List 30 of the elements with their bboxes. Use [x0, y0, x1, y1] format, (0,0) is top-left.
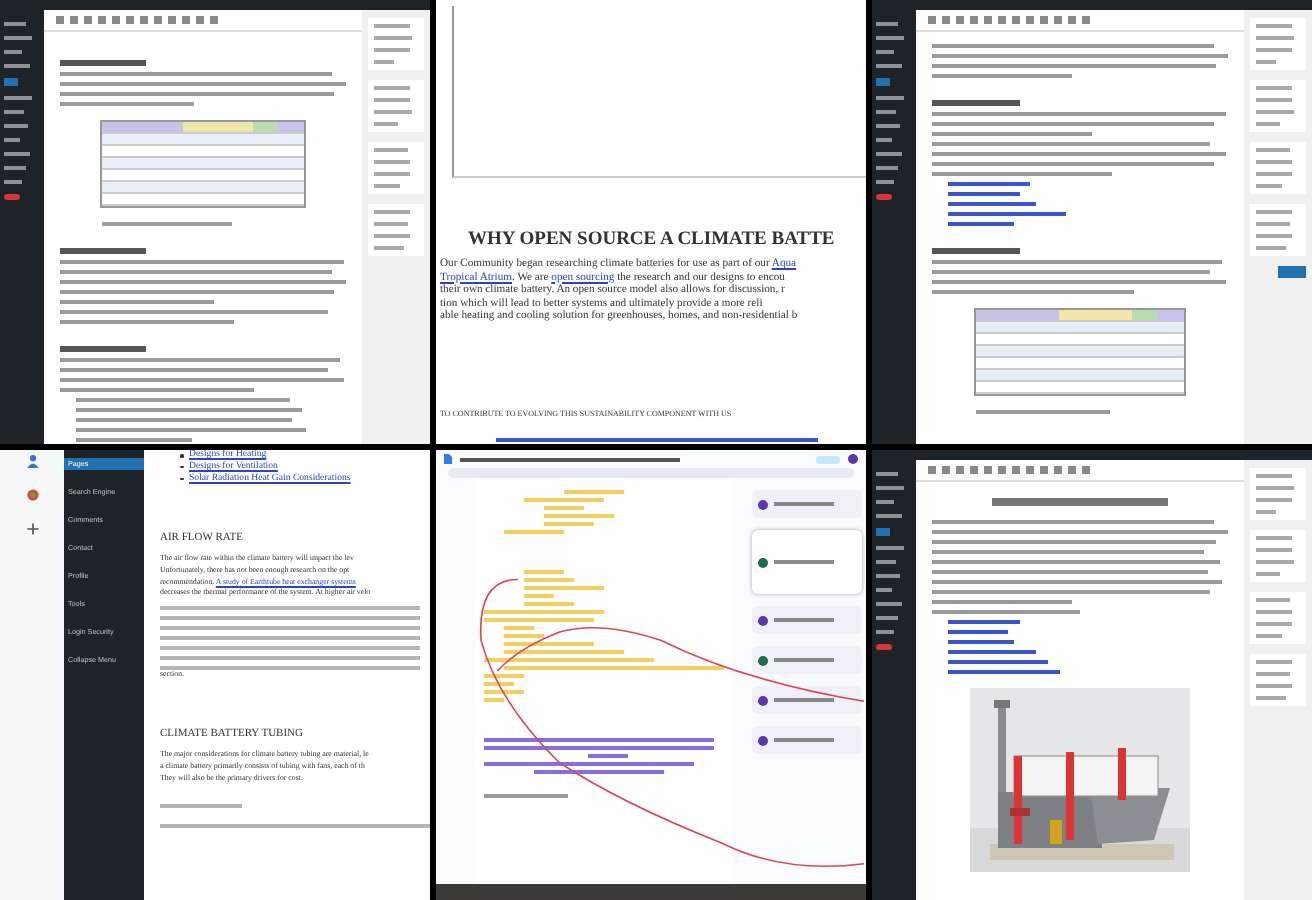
- avatar: [758, 557, 768, 567]
- avatar[interactable]: [848, 454, 858, 464]
- avatar: [758, 655, 768, 665]
- avatar: [758, 499, 768, 509]
- comment-card[interactable]: [752, 686, 862, 714]
- blurred-heading: [932, 248, 1021, 254]
- avatar: [758, 695, 768, 705]
- section-heading: WHY OPEN SOURCE A CLIMATE BATTE: [468, 230, 837, 250]
- person-icon[interactable]: [25, 454, 39, 468]
- blurred-heading: [60, 248, 146, 254]
- blurred-heading: [932, 100, 1021, 106]
- blurred-link[interactable]: [496, 437, 819, 442]
- blurred-heading: [60, 60, 146, 66]
- blurred-heading: [60, 346, 146, 352]
- count-badge: [876, 644, 892, 650]
- count-badge: [876, 194, 892, 200]
- count-badge: [4, 194, 20, 200]
- comment-card[interactable]: [752, 646, 862, 674]
- comment-card[interactable]: [752, 606, 862, 634]
- avatar: [758, 615, 768, 625]
- comment-card[interactable]: [752, 530, 862, 594]
- document-icon[interactable]: [444, 454, 452, 464]
- blurred-heading: [160, 804, 241, 809]
- avatar: [758, 735, 768, 745]
- comment-card[interactable]: [752, 490, 862, 518]
- comment-card[interactable]: [752, 726, 862, 754]
- plus-icon[interactable]: [25, 522, 39, 536]
- circle-icon[interactable]: [25, 488, 39, 502]
- share-button[interactable]: [816, 455, 840, 463]
- update-button[interactable]: [1278, 266, 1306, 278]
